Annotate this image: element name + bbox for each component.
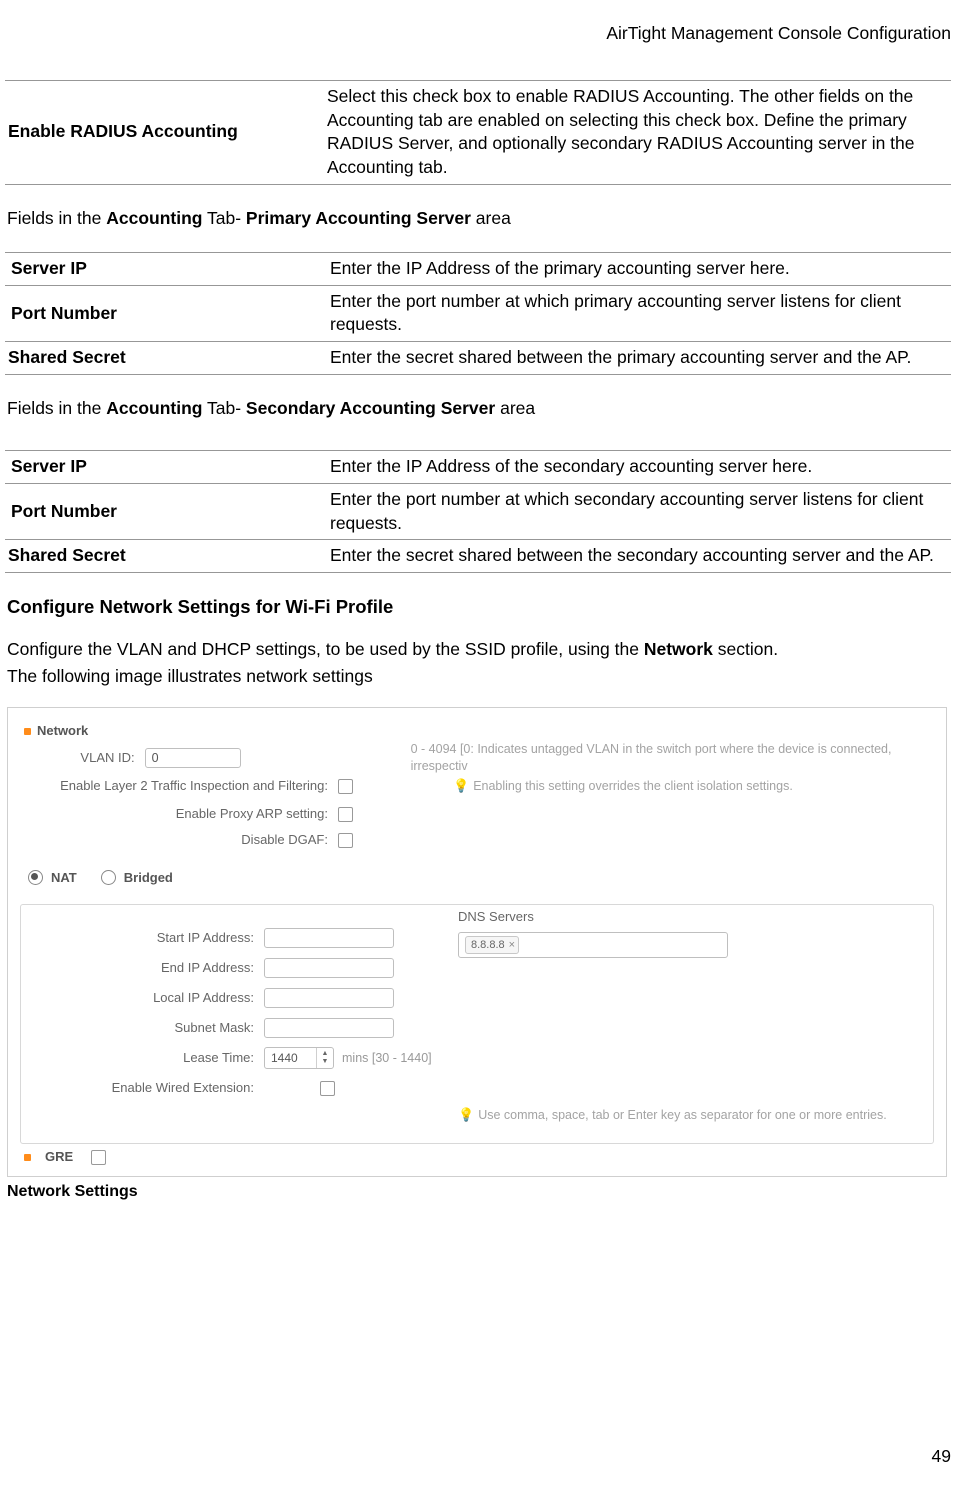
lease-time-value: 1440 [265,1050,316,1066]
dns-tag[interactable]: 8.8.8.8 × [465,936,519,955]
dns-hint: Use comma, space, tab or Enter key as se… [478,1108,887,1122]
table-row: Port Number Enter the port number at whi… [5,483,951,539]
lease-time-label: Lease Time: [8,1049,264,1067]
text-bold: Network [644,639,713,659]
local-ip-label: Local IP Address: [8,989,264,1007]
nat-label: NAT [51,869,77,887]
dns-servers-label: DNS Servers [458,908,534,926]
gre-section: GRE [24,1148,106,1166]
cell-desc: Enter the IP Address of the secondary ac… [327,451,951,484]
dns-servers-input[interactable]: 8.8.8.8 × [458,932,728,958]
paragraph-image-caption: The following image illustrates network … [7,665,951,689]
figure-network-settings: Network VLAN ID: 0 - 4094 [0: Indicates … [7,707,947,1177]
text-bold: Accounting [106,398,202,418]
figure-caption: Network Settings [7,1181,951,1203]
bullet-icon [24,1154,31,1161]
vlan-id-label: VLAN ID: [8,749,145,767]
local-ip-input[interactable] [264,988,394,1008]
table-row: Server IP Enter the IP Address of the pr… [5,253,951,286]
cell-desc: Enter the IP Address of the primary acco… [327,253,951,286]
text: Fields in the [7,208,106,228]
text: section. [713,639,778,659]
bridged-label: Bridged [124,869,173,887]
l2-filter-label: Enable Layer 2 Traffic Inspection and Fi… [8,777,338,795]
text-bold: Accounting [106,208,202,228]
lightbulb-icon: 💡 [453,777,469,795]
end-ip-label: End IP Address: [8,959,264,977]
paragraph-network-intro: Configure the VLAN and DHCP settings, to… [7,638,951,662]
cell-name: Server IP [5,253,327,286]
cell-name: Server IP [5,451,327,484]
section-secondary-heading: Fields in the Accounting Tab- Secondary … [7,397,951,421]
page-number: 49 [932,1445,951,1469]
cell-name: Shared Secret [5,540,327,573]
table-row: Server IP Enter the IP Address of the se… [5,451,951,484]
figure-section-title: Network [24,722,88,740]
text: area [495,398,535,418]
subnet-mask-label: Subnet Mask: [8,1019,264,1037]
heading-configure-network: Configure Network Settings for Wi-Fi Pro… [7,595,951,620]
bridged-radio[interactable] [101,870,116,885]
text: Network [37,723,88,738]
text: Fields in the [7,398,106,418]
table-secondary-accounting: Server IP Enter the IP Address of the se… [5,450,951,573]
lease-time-hint: mins [30 - 1440] [334,1050,432,1067]
cell-desc: Enter the secret shared between the seco… [327,540,951,573]
remove-tag-icon[interactable]: × [509,938,515,953]
proxy-arp-checkbox[interactable] [338,807,353,822]
cell-desc: Enter the port number at which secondary… [327,483,951,539]
text: area [471,208,511,228]
lightbulb-icon: 💡 [458,1106,474,1124]
section-primary-heading: Fields in the Accounting Tab- Primary Ac… [7,207,951,231]
start-ip-label: Start IP Address: [8,929,264,947]
vlan-id-input[interactable] [145,748,241,768]
page-header-title: AirTight Management Console Configuratio… [606,22,951,46]
cell-desc: Select this check box to enable RADIUS A… [324,81,951,185]
cell-desc: Enter the secret shared between the prim… [327,342,951,375]
table-row: Enable RADIUS Accounting Select this che… [5,81,951,185]
disable-dgaf-checkbox[interactable] [338,833,353,848]
disable-dgaf-label: Disable DGAF: [8,831,338,849]
text-bold: Primary Accounting Server [246,208,471,228]
bullet-icon [24,728,31,735]
cell-name: Port Number [5,285,327,341]
wired-ext-label: Enable Wired Extension: [8,1079,264,1097]
table-primary-accounting: Server IP Enter the IP Address of the pr… [5,252,951,375]
text: Tab- [202,208,245,228]
gre-label: GRE [45,1148,73,1166]
start-ip-input[interactable] [264,928,394,948]
stepper-arrows-icon[interactable]: ▲▼ [316,1048,333,1068]
dns-tag-text: 8.8.8.8 [471,938,505,953]
subnet-mask-input[interactable] [264,1018,394,1038]
text: Configure the VLAN and DHCP settings, to… [7,639,644,659]
cell-name: Shared Secret [5,342,327,375]
lease-time-stepper[interactable]: 1440 ▲▼ [264,1047,334,1069]
table-radius-accounting: Enable RADIUS Accounting Select this che… [5,80,951,185]
proxy-arp-label: Enable Proxy ARP setting: [8,805,338,823]
table-row: Shared Secret Enter the secret shared be… [5,342,951,375]
text-bold: Secondary Accounting Server [246,398,495,418]
wired-ext-checkbox[interactable] [320,1081,335,1096]
cell-desc: Enter the port number at which primary a… [327,285,951,341]
table-row: Shared Secret Enter the secret shared be… [5,540,951,573]
l2-filter-checkbox[interactable] [338,779,353,794]
gre-checkbox[interactable] [91,1150,106,1165]
cell-name: Enable RADIUS Accounting [5,81,324,185]
table-row: Port Number Enter the port number at whi… [5,285,951,341]
vlan-hint: 0 - 4094 [0: Indicates untagged VLAN in … [241,741,946,775]
end-ip-input[interactable] [264,958,394,978]
cell-name: Port Number [5,483,327,539]
nat-radio[interactable] [28,870,43,885]
l2-filter-hint: Enabling this setting overrides the clie… [473,779,793,793]
text: Tab- [202,398,245,418]
